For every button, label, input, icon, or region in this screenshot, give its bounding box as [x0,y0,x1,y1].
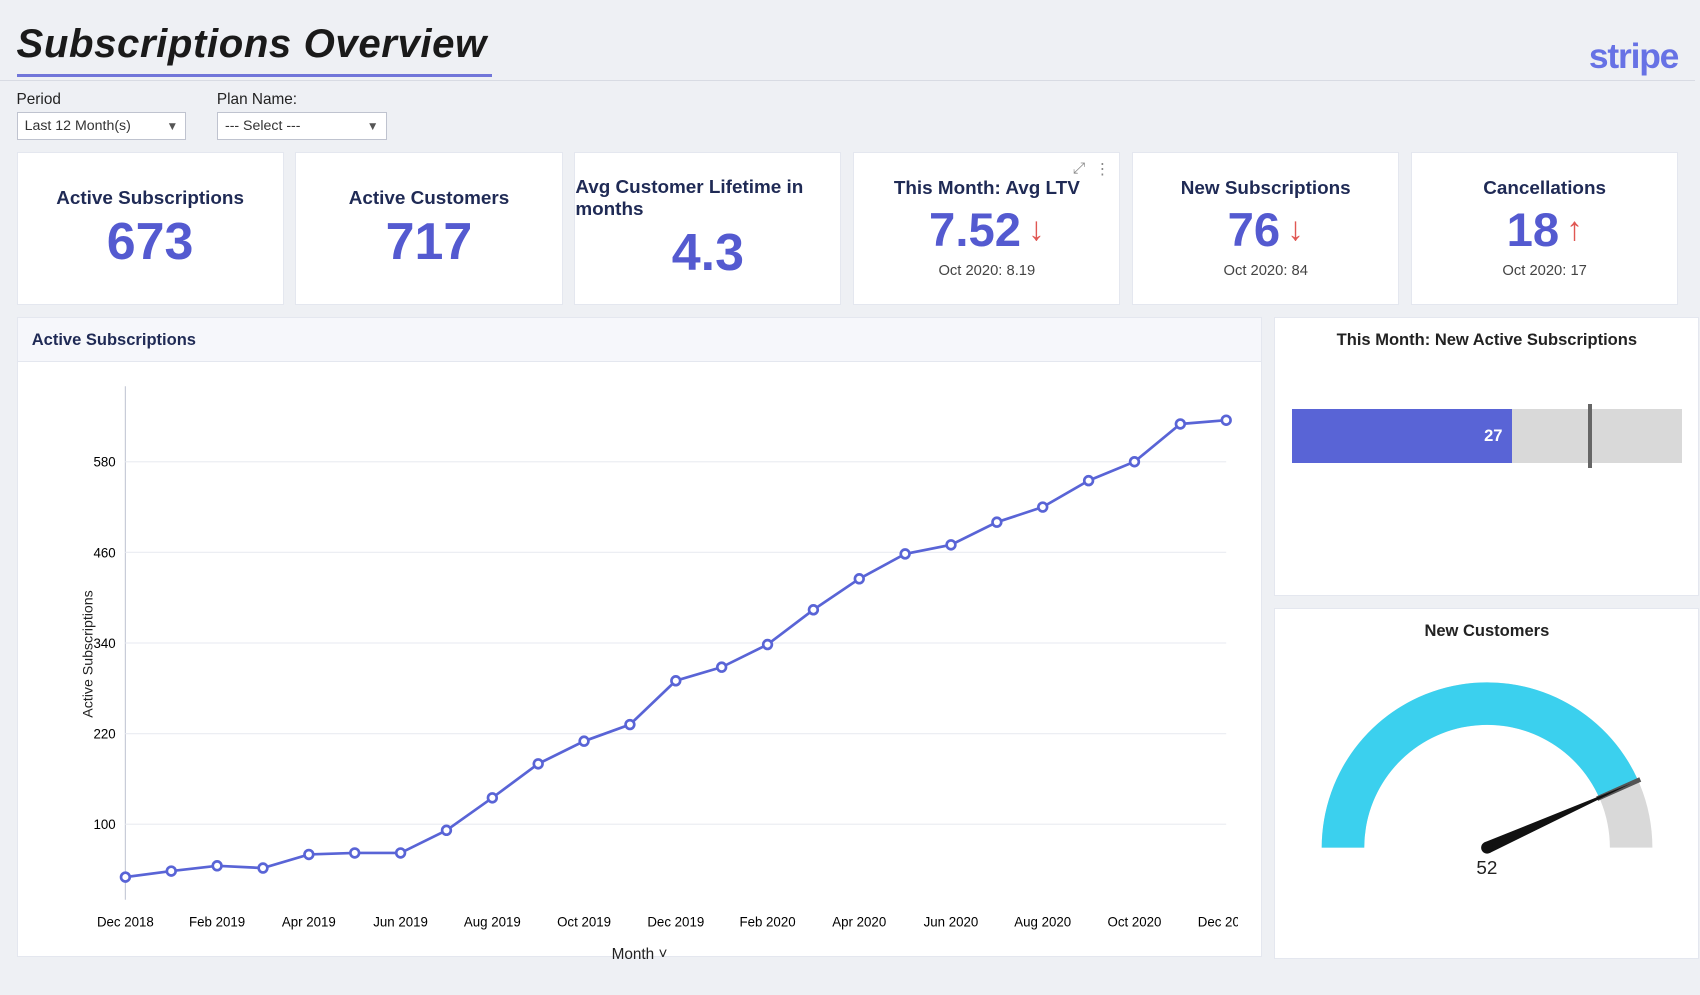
period-value: Last 12 Month(s) [25,118,131,134]
side-title: This Month: New Active Subscriptions [1275,318,1698,350]
period-select[interactable]: Last 12 Month(s) ▼ [17,112,187,140]
new-customers-card[interactable]: New Customers 52 [1274,608,1699,958]
svg-text:Jun 2019: Jun 2019 [373,915,428,930]
chart-title: Active Subscriptions [18,318,1262,363]
svg-text:Aug 2019: Aug 2019 [463,915,520,930]
more-icon[interactable]: ⋮ [1095,160,1110,179]
kpi-title: New Subscriptions [1181,178,1351,200]
kpi-title: Active Customers [349,188,510,210]
svg-text:Oct 2020: Oct 2020 [1107,915,1161,930]
kpi-new-subscriptions[interactable]: New Subscriptions 76 ↓ Oct 2020: 84 [1132,152,1399,305]
plan-label: Plan Name: [217,91,297,108]
side-title: New Customers [1275,609,1698,641]
svg-text:460: 460 [93,545,115,560]
bullet-chart: 27 [1275,350,1698,463]
chevron-down-icon: ▼ [166,119,178,133]
bullet-bar-fill: 27 [1292,409,1512,463]
arrow-up-icon: ↑ [1566,211,1583,249]
svg-text:Dec 2019: Dec 2019 [647,915,704,930]
x-axis-title: Month ˅ [18,946,1262,971]
plan-select[interactable]: --- Select --- ▼ [217,112,387,140]
gauge-chart [1304,641,1670,865]
kpi-row: Active Subscriptions 673 Active Customer… [0,152,1695,305]
new-active-subs-card[interactable]: This Month: New Active Subscriptions 27 [1274,317,1699,597]
kpi-sub: Oct 2020: 84 [1223,263,1307,279]
brand-logo: stripe [1589,36,1678,77]
arrow-down-icon: ↓ [1028,211,1045,249]
plan-value: --- Select --- [225,118,301,134]
arrow-down-icon: ↓ [1287,211,1304,249]
svg-text:Jun 2020: Jun 2020 [923,915,978,930]
kpi-cancellations[interactable]: Cancellations 18 ↑ Oct 2020: 17 [1411,152,1678,305]
svg-text:Apr 2020: Apr 2020 [832,915,886,930]
kpi-avg-ltv[interactable]: ⤢ ⋮ This Month: Avg LTV 7.52 ↓ Oct 2020:… [853,152,1120,305]
kpi-value: 673 [107,217,194,269]
kpi-sub: Oct 2020: 17 [1502,263,1586,279]
svg-text:Feb 2019: Feb 2019 [189,915,245,930]
chevron-down-icon: ▼ [367,119,379,133]
expand-icon[interactable]: ⤢ [1073,160,1085,179]
svg-text:Dec 2020: Dec 2020 [1197,915,1238,930]
kpi-title: Cancellations [1483,178,1606,200]
gauge-value: 52 [1476,858,1497,880]
kpi-avg-lifetime[interactable]: Avg Customer Lifetime in months 4.3 [574,152,841,305]
page-title: Subscriptions Overview [17,21,492,77]
kpi-title: Avg Customer Lifetime in months [575,177,840,221]
svg-text:580: 580 [93,455,115,470]
kpi-value: 76 [1228,207,1281,254]
kpi-value: 4.3 [672,228,744,280]
kpi-sub: Oct 2020: 8.19 [938,263,1035,279]
kpi-value: 18 [1507,207,1560,254]
kpi-value: 7.52 [929,207,1021,254]
filter-bar: Period Last 12 Month(s) ▼ Plan Name: ---… [0,81,1695,152]
svg-text:Dec 2018: Dec 2018 [97,915,154,930]
svg-text:Apr 2019: Apr 2019 [281,915,335,930]
y-axis-title: Active Subscriptions [80,591,96,718]
line-chart[interactable]: Active Subscriptions 100220340460580Dec … [18,362,1262,946]
kpi-active-customers[interactable]: Active Customers 717 [295,152,562,305]
kpi-title: This Month: Avg LTV [894,178,1080,200]
svg-text:Feb 2020: Feb 2020 [739,915,795,930]
svg-text:100: 100 [93,817,115,832]
svg-text:Aug 2020: Aug 2020 [1014,915,1071,930]
kpi-title: Active Subscriptions [56,188,244,210]
kpi-value: 717 [386,217,473,269]
active-subscriptions-chart-card: Active Subscriptions Active Subscription… [17,317,1263,957]
svg-text:Oct 2019: Oct 2019 [557,915,611,930]
kpi-active-subscriptions[interactable]: Active Subscriptions 673 [17,152,284,305]
bullet-target-tick [1588,404,1592,468]
svg-text:220: 220 [93,727,115,742]
period-label: Period [17,91,61,108]
